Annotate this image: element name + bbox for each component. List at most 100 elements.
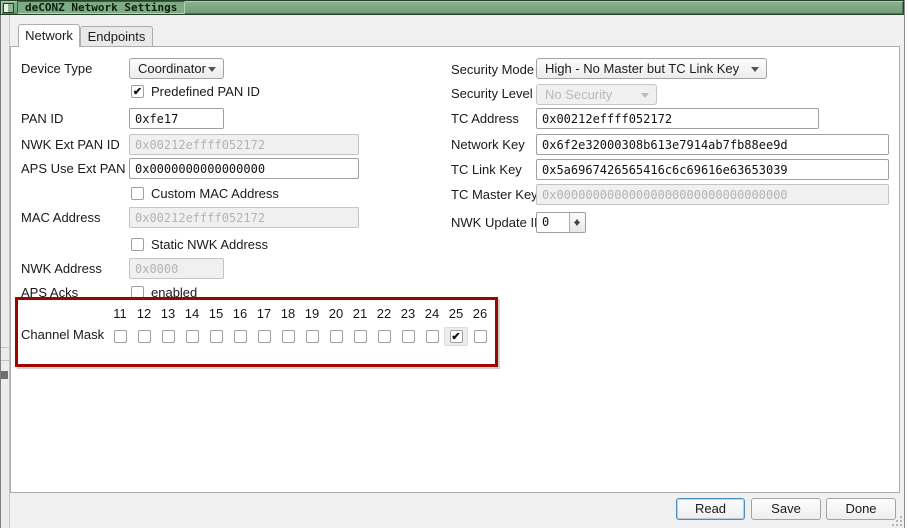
channel-column: 11 [108,305,132,346]
channel-checkbox-wrap [276,327,300,346]
channel-column: 24 [420,305,444,346]
channel-mask-grid: 111213141516171819202122232425✔26 [108,305,492,346]
security-mode-value: High - No Master but TC Link Key [545,61,739,76]
save-button[interactable]: Save [751,498,821,520]
channel-checkbox-wrap [228,327,252,346]
mac-address-label: MAC Address [21,210,100,226]
channel-13-checkbox[interactable] [162,330,175,343]
pan-id-input[interactable] [129,108,224,129]
chevron-down-icon [751,67,759,76]
channel-column: 23 [396,305,420,346]
channel-column: 18 [276,305,300,346]
predefined-pan-id-checkbox[interactable]: ✔ [131,85,144,98]
done-button[interactable]: Done [826,498,896,520]
channel-column: 20 [324,305,348,346]
tab-endpoints[interactable]: Endpoints [80,26,153,47]
channel-number-label: 15 [204,305,228,322]
channel-column: 25✔ [444,305,468,346]
tc-address-input[interactable] [536,108,819,129]
tc-master-key-input [536,184,889,205]
nwk-ext-pan-id-label: NWK Ext PAN ID [21,137,120,153]
tc-address-label: TC Address [451,111,519,127]
channel-number-label: 24 [420,305,444,322]
channel-checkbox-wrap: ✔ [444,327,468,346]
channel-11-checkbox[interactable] [114,330,127,343]
channel-21-checkbox[interactable] [354,330,367,343]
device-type-select[interactable]: Coordinator [129,58,224,79]
nwk-update-id-stepper[interactable]: 0 [536,212,586,233]
channel-checkbox-wrap [108,327,132,346]
channel-23-checkbox[interactable] [402,330,415,343]
aps-use-ext-pan-id-input[interactable] [129,158,359,179]
aps-acks-checkbox[interactable] [131,286,144,299]
channel-number-label: 20 [324,305,348,322]
divider [1,347,9,348]
channel-24-checkbox[interactable] [426,330,439,343]
tc-link-key-label: TC Link Key [451,162,522,178]
tc-master-key-label: TC Master Key [451,187,538,203]
channel-checkbox-wrap [348,327,372,346]
aps-acks-enabled-label: enabled [151,285,197,300]
resize-grip[interactable] [892,516,902,526]
channel-checkbox-wrap [372,327,396,346]
channel-checkbox-wrap [300,327,324,346]
channel-25-checkbox[interactable]: ✔ [450,330,463,343]
static-nwk-address-checkbox[interactable] [131,238,144,251]
tc-link-key-input[interactable] [536,159,889,180]
window-titlebar: deCONZ Network Settings [0,0,904,15]
security-mode-label: Security Mode [451,62,534,78]
custom-mac-address-label: Custom MAC Address [151,186,279,201]
channel-26-checkbox[interactable] [474,330,487,343]
channel-column: 21 [348,305,372,346]
custom-mac-address-checkbox[interactable] [131,187,144,200]
static-nwk-address-row: Static NWK Address [131,237,268,252]
divider [1,360,9,361]
channel-number-label: 21 [348,305,372,322]
nwk-address-label: NWK Address [21,261,102,277]
channel-12-checkbox[interactable] [138,330,151,343]
tab-network[interactable]: Network [18,24,80,47]
chevron-down-icon [208,67,216,76]
channel-column: 26 [468,305,492,346]
device-type-value: Coordinator [138,61,206,76]
channel-column: 19 [300,305,324,346]
chevron-down-icon [641,93,649,102]
channel-column: 15 [204,305,228,346]
background-window-notch [1,371,8,379]
window-menu-button[interactable] [3,3,14,13]
channel-checkbox-wrap [396,327,420,346]
network-settings-dialog: deCONZ Network Settings Network Endpoint… [0,0,905,528]
security-mode-select[interactable]: High - No Master but TC Link Key [536,58,767,79]
security-level-select: No Security [536,84,657,105]
network-key-input[interactable] [536,134,889,155]
channel-20-checkbox[interactable] [330,330,343,343]
channel-number-label: 19 [300,305,324,322]
channel-17-checkbox[interactable] [258,330,271,343]
channel-number-label: 14 [180,305,204,322]
aps-acks-row: enabled [131,285,197,300]
channel-column: 22 [372,305,396,346]
channel-16-checkbox[interactable] [234,330,247,343]
channel-number-label: 11 [108,305,132,322]
channel-checkbox-wrap [252,327,276,346]
network-key-label: Network Key [451,137,525,153]
channel-15-checkbox[interactable] [210,330,223,343]
channel-number-label: 22 [372,305,396,322]
nwk-address-input [129,258,224,279]
channel-number-label: 23 [396,305,420,322]
window-title: deCONZ Network Settings [17,1,185,14]
channel-number-label: 17 [252,305,276,322]
read-button[interactable]: Read [676,498,745,520]
channel-22-checkbox[interactable] [378,330,391,343]
channel-column: 12 [132,305,156,346]
channel-checkbox-wrap [324,327,348,346]
channel-checkbox-wrap [204,327,228,346]
spin-down-icon[interactable] [574,222,580,229]
channel-column: 16 [228,305,252,346]
channel-14-checkbox[interactable] [186,330,199,343]
channel-19-checkbox[interactable] [306,330,319,343]
custom-mac-address-row: Custom MAC Address [131,186,279,201]
channel-18-checkbox[interactable] [282,330,295,343]
channel-column: 13 [156,305,180,346]
channel-number-label: 26 [468,305,492,322]
